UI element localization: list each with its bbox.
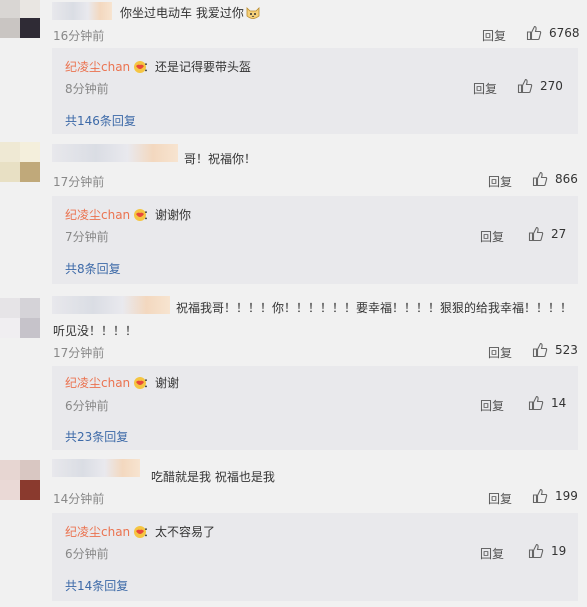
reply-text: ：谢谢	[143, 376, 180, 390]
comment-item: 你坐过电动车 我爱过你 16分钟前 回复 6768 纪凌尘chan ：还是记得要…	[0, 0, 587, 140]
reply-box: 纪凌尘chan ：谢谢你 7分钟前 回复 27 共8条回复	[52, 196, 578, 284]
view-more-replies-link[interactable]: 共146条回复	[65, 112, 136, 129]
like-button[interactable]: 523	[532, 342, 578, 358]
like-count: 14	[551, 396, 567, 410]
commenter-name-blurred[interactable]	[52, 459, 140, 477]
like-count: 199	[555, 489, 578, 503]
reply-like-button[interactable]: 270	[517, 78, 563, 94]
like-count: 866	[555, 172, 578, 186]
view-more-replies-link[interactable]: 共14条回复	[65, 577, 128, 594]
reply-reply-button[interactable]: 回复	[480, 397, 504, 414]
thumbs-up-icon	[528, 226, 544, 242]
reply-like-button[interactable]: 19	[528, 543, 566, 559]
view-more-replies-link[interactable]: 共23条回复	[65, 428, 128, 445]
reply-box: 纪凌尘chan ：太不容易了 6分钟前 回复 19 共14条回复	[52, 513, 578, 601]
reply-time: 8分钟前	[65, 82, 109, 96]
avatar[interactable]	[0, 0, 40, 38]
reply-box: 纪凌尘chan ：还是记得要带头盔 8分钟前 回复 270 共146条回复	[52, 48, 578, 134]
reply-text: ：太不容易了	[143, 525, 216, 539]
thumbs-up-icon	[532, 171, 548, 187]
comment-text: 吃醋就是我 祝福也是我	[151, 470, 275, 484]
reply-time: 6分钟前	[65, 399, 109, 413]
like-count: 27	[551, 227, 567, 241]
reply-button[interactable]: 回复	[488, 490, 512, 507]
like-count: 270	[540, 79, 563, 93]
comment-item: 祝福我哥！！！！你！！！！！！要幸福！！！！狠狠的给我幸福！！！！ 听见没！！！…	[0, 290, 587, 455]
like-count: 523	[555, 343, 578, 357]
commenter-name-blurred[interactable]	[52, 144, 178, 162]
reply-author[interactable]: 纪凌尘chan	[65, 374, 147, 391]
like-count: 6768	[549, 26, 580, 40]
avatar[interactable]	[0, 142, 40, 182]
thumbs-up-icon	[517, 78, 533, 94]
comment-item: 哥！祝福你！ 17分钟前 回复 866 纪凌尘chan ：谢谢你 7分钟前 回复…	[0, 140, 587, 290]
cat-emoji-icon	[246, 7, 260, 19]
comment-text: 哥！祝福你！	[184, 152, 257, 166]
comment-time: 17分钟前	[53, 346, 105, 360]
comment-time: 17分钟前	[53, 175, 105, 189]
comment-item: 吃醋就是我 祝福也是我 14分钟前 回复 199 纪凌尘chan ：太不容易了 …	[0, 455, 587, 607]
thumbs-up-icon	[528, 543, 544, 559]
reply-like-button[interactable]: 14	[528, 395, 566, 411]
comment-text: 你坐过电动车 我爱过你	[120, 4, 261, 21]
reply-reply-button[interactable]: 回复	[480, 545, 504, 562]
reply-time: 7分钟前	[65, 230, 109, 244]
reply-reply-button[interactable]: 回复	[480, 228, 504, 245]
commenter-name-blurred[interactable]	[52, 2, 112, 20]
reply-author[interactable]: 纪凌尘chan	[65, 523, 147, 540]
comment-text: 祝福我哥！！！！你！！！！！！要幸福！！！！狠狠的给我幸福！！！！	[176, 301, 573, 315]
avatar[interactable]	[0, 298, 40, 338]
commenter-name-blurred[interactable]	[52, 296, 170, 314]
comment-text-continued: 听见没！！！！	[53, 324, 138, 338]
thumbs-up-icon	[526, 25, 542, 41]
view-more-replies-link[interactable]: 共8条回复	[65, 260, 121, 277]
thumbs-up-icon	[528, 395, 544, 411]
comment-time: 16分钟前	[53, 29, 105, 43]
reply-button[interactable]: 回复	[488, 173, 512, 190]
reply-box: 纪凌尘chan ：谢谢 6分钟前 回复 14 共23条回复	[52, 366, 578, 450]
reply-like-button[interactable]: 27	[528, 226, 566, 242]
like-button[interactable]: 199	[532, 488, 578, 504]
reply-text: ：谢谢你	[143, 208, 192, 222]
like-count: 19	[551, 544, 567, 558]
reply-text: ：还是记得要带头盔	[143, 60, 252, 74]
avatar[interactable]	[0, 460, 40, 500]
reply-author[interactable]: 纪凌尘chan	[65, 58, 147, 75]
thumbs-up-icon	[532, 488, 548, 504]
reply-button[interactable]: 回复	[488, 344, 512, 361]
reply-author[interactable]: 纪凌尘chan	[65, 206, 147, 223]
thumbs-up-icon	[532, 342, 548, 358]
reply-time: 6分钟前	[65, 547, 109, 561]
comment-time: 14分钟前	[53, 492, 105, 506]
reply-button[interactable]: 回复	[482, 27, 506, 44]
reply-reply-button[interactable]: 回复	[473, 80, 497, 97]
like-button[interactable]: 6768	[526, 25, 580, 41]
like-button[interactable]: 866	[532, 171, 578, 187]
